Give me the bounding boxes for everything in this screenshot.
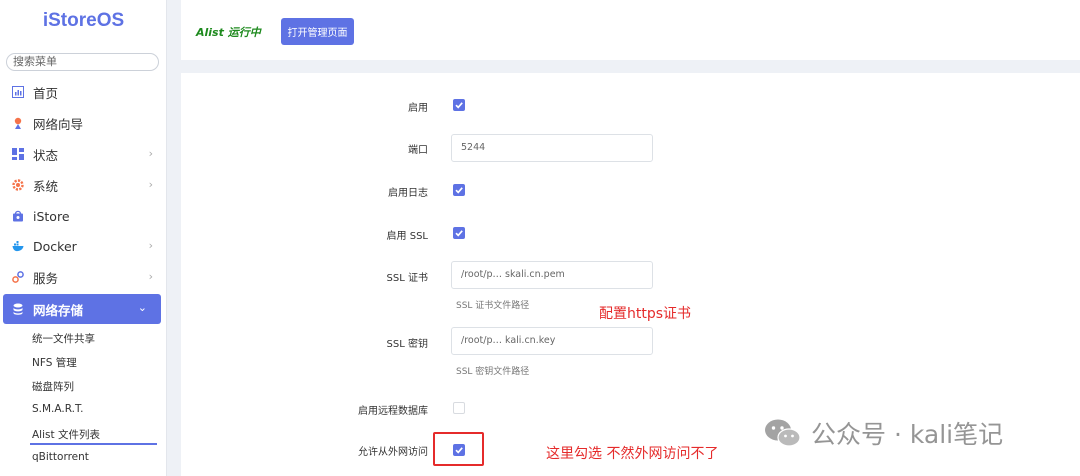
sidebar-item-label: 服务	[33, 270, 59, 286]
submenu-unified-share[interactable]: 统一文件共享	[32, 331, 95, 346]
sidebar-item-label: iStore	[33, 208, 70, 224]
sidebar-item-label: 网络存储	[33, 302, 84, 318]
port-input[interactable]: 5244	[451, 134, 653, 162]
sidebar-item-label: 状态	[33, 147, 59, 163]
search-input[interactable]: 搜索菜单	[6, 53, 159, 71]
chevron-down-icon: ⌄	[137, 301, 147, 314]
ssl-key-help: SSL 密钥文件路径	[456, 367, 530, 377]
remote-db-checkbox[interactable]	[453, 402, 465, 414]
ssl-key-label: SSL 密钥	[386, 339, 428, 350]
services-icon	[12, 271, 24, 283]
logo: iStoreOS	[42, 10, 125, 31]
running-status: Alist 运行中	[196, 26, 261, 39]
submenu-qbittorrent[interactable]: qBittorrent	[32, 451, 89, 463]
check-icon	[455, 230, 463, 237]
sidebar-item-label: Docker	[33, 238, 77, 254]
sidebar-item-system[interactable]: 系统 ›	[0, 170, 167, 200]
submenu-nfs[interactable]: NFS 管理	[32, 355, 77, 370]
log-label: 启用日志	[388, 188, 428, 199]
submenu-raid[interactable]: 磁盘阵列	[32, 379, 74, 394]
chevron-right-icon: ›	[148, 270, 153, 283]
wechat-icon	[765, 419, 801, 447]
ssl-checkbox[interactable]	[453, 227, 465, 239]
chevron-right-icon: ›	[148, 147, 153, 160]
port-label: 端口	[408, 145, 428, 156]
check-icon	[455, 187, 463, 194]
active-submenu-indicator	[30, 443, 157, 445]
submenu-alist[interactable]: Alist 文件列表	[32, 427, 100, 442]
wizard-icon	[12, 117, 24, 129]
chevron-right-icon: ›	[148, 178, 153, 191]
check-annotation: 这里勾选 不然外网访问不了	[546, 446, 719, 462]
watermark: 公众号 · kali笔记	[763, 415, 1003, 451]
remote-db-label: 启用远程数据库	[358, 406, 428, 417]
enable-label: 启用	[408, 103, 428, 114]
open-admin-button[interactable]: 打开管理页面	[281, 18, 354, 45]
ssl-cert-help: SSL 证书文件路径	[456, 301, 530, 311]
ssl-label: 启用 SSL	[386, 231, 428, 242]
ssl-cert-input[interactable]: /root/p… skali.cn.pem	[451, 261, 653, 289]
sidebar-item-label: 首页	[33, 85, 59, 101]
ssl-cert-label: SSL 证书	[386, 273, 428, 284]
docker-icon	[12, 240, 24, 252]
sidebar-item-services[interactable]: 服务 ›	[0, 262, 167, 292]
log-checkbox[interactable]	[453, 184, 465, 196]
check-icon	[455, 102, 463, 109]
dashboard-icon	[12, 86, 24, 98]
sidebar-item-docker[interactable]: Docker ›	[0, 231, 167, 261]
submenu-smart[interactable]: S.M.A.R.T.	[32, 403, 84, 415]
https-annotation: 配置https证书	[599, 306, 692, 322]
external-access-label: 允许从外网访问	[358, 447, 428, 458]
sidebar-item-status[interactable]: 状态 ›	[0, 139, 167, 169]
sidebar-item-label: 系统	[33, 178, 59, 194]
sidebar-item-home[interactable]: 首页	[0, 77, 167, 107]
enable-checkbox[interactable]	[453, 99, 465, 111]
store-icon	[12, 210, 24, 222]
ssl-key-input[interactable]: /root/p… kali.cn.key	[451, 327, 653, 355]
sidebar-item-wizard[interactable]: 网络向导	[0, 108, 167, 138]
sidebar-item-istore[interactable]: iStore	[0, 201, 167, 231]
sidebar: iStoreOS 搜索菜单 首页 网络向导 状态 › 系统 › iStore D…	[0, 0, 167, 476]
sidebar-item-label: 网络向导	[33, 116, 84, 132]
sidebar-item-network-storage[interactable]: 网络存储 ⌄	[3, 294, 161, 324]
highlight-box	[433, 432, 484, 466]
storage-icon	[12, 303, 24, 315]
gear-icon	[12, 179, 24, 191]
status-icon	[12, 148, 24, 160]
chevron-right-icon: ›	[148, 239, 153, 252]
watermark-text: 公众号 · kali笔记	[811, 420, 1004, 449]
